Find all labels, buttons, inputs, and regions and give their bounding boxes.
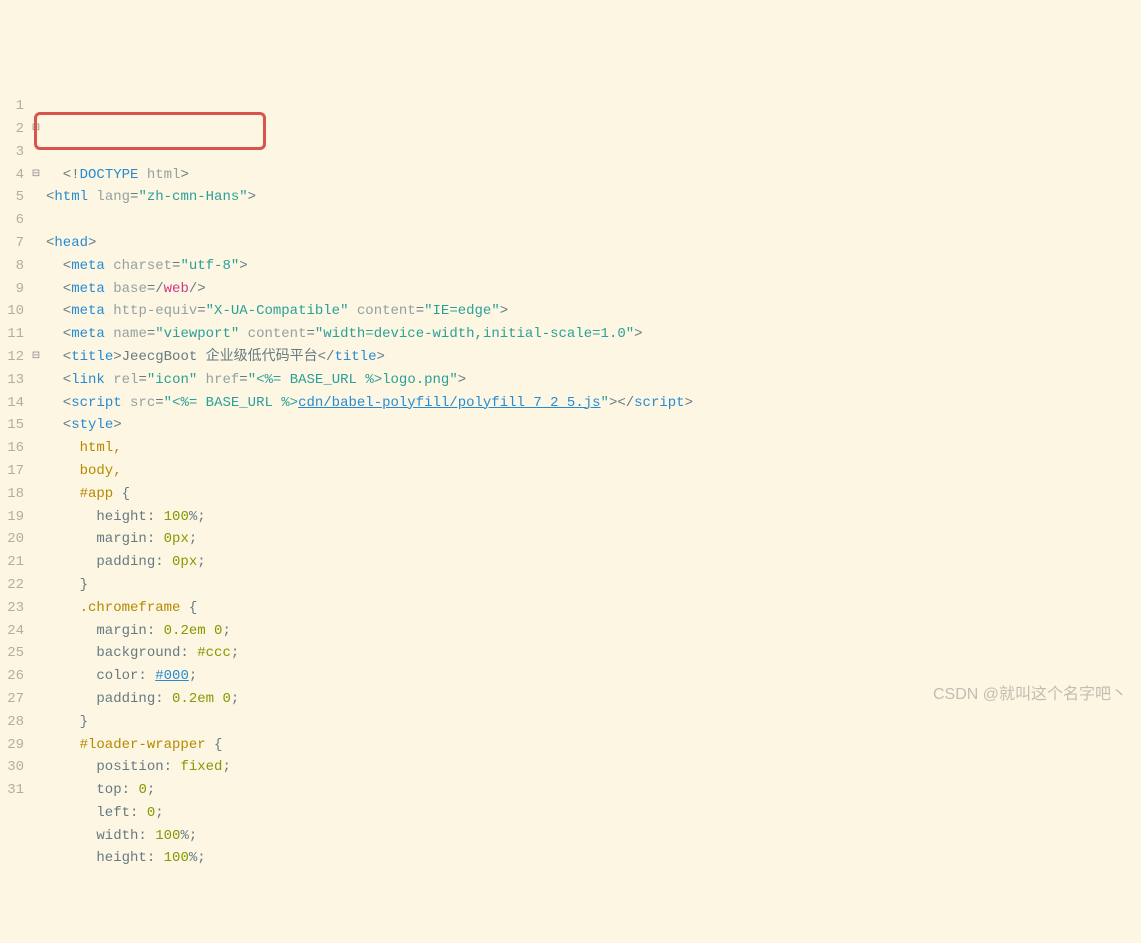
line-number: 21 [0,551,24,574]
code-line[interactable]: padding: 0.2em 0; [46,688,1141,711]
code-line[interactable]: <script src="<%= BASE_URL %>cdn/babel-po… [46,392,1141,415]
line-number: 10 [0,300,24,323]
line-number: 6 [0,209,24,232]
code-line[interactable]: <link rel="icon" href="<%= BASE_URL %>lo… [46,369,1141,392]
code-line[interactable]: height: 100%; [46,506,1141,529]
line-number-gutter: 1234567891011121314151617181920212223242… [0,91,30,806]
fold-column: ⊟ ⊟ ⊟ [30,91,42,806]
line-number: 29 [0,734,24,757]
line-number: 13 [0,369,24,392]
fold-toggle-icon[interactable]: ⊟ [30,118,42,141]
code-line[interactable]: <!DOCTYPE html> [46,164,1141,187]
line-number: 28 [0,711,24,734]
line-number: 25 [0,642,24,665]
code-line[interactable]: margin: 0px; [46,528,1141,551]
code-line[interactable]: margin: 0.2em 0; [46,620,1141,643]
code-line[interactable]: padding: 0px; [46,551,1141,574]
line-number: 15 [0,414,24,437]
code-line[interactable]: #loader-wrapper { [46,734,1141,757]
code-line[interactable]: color: #000; [46,665,1141,688]
code-line[interactable]: <style> [46,414,1141,437]
line-number: 22 [0,574,24,597]
code-line[interactable]: top: 0; [46,779,1141,802]
line-number: 18 [0,483,24,506]
code-area[interactable]: <!DOCTYPE html><html lang="zh-cmn-Hans">… [42,91,1141,806]
line-number: 12 [0,346,24,369]
line-number: 9 [0,278,24,301]
line-number: 24 [0,620,24,643]
line-number: 26 [0,665,24,688]
code-line[interactable]: <meta name="viewport" content="width=dev… [46,323,1141,346]
code-line[interactable]: html, [46,437,1141,460]
code-line[interactable]: height: 100%; [46,847,1141,870]
code-line[interactable]: left: 0; [46,802,1141,825]
line-number: 27 [0,688,24,711]
line-number: 4 [0,164,24,187]
code-line[interactable]: body, [46,460,1141,483]
line-number: 30 [0,756,24,779]
line-number: 7 [0,232,24,255]
code-line[interactable]: .chromeframe { [46,597,1141,620]
code-line[interactable]: position: fixed; [46,756,1141,779]
line-number: 17 [0,460,24,483]
line-number: 23 [0,597,24,620]
line-number: 1 [0,95,24,118]
code-line[interactable]: #app { [46,483,1141,506]
line-number: 5 [0,186,24,209]
line-number: 20 [0,528,24,551]
code-line[interactable]: <meta base=/web/> [46,278,1141,301]
line-number: 31 [0,779,24,802]
code-line[interactable]: <head> [46,232,1141,255]
line-number: 2 [0,118,24,141]
line-number: 16 [0,437,24,460]
code-line[interactable]: width: 100%; [46,825,1141,848]
code-line[interactable]: <meta http-equiv="X-UA-Compatible" conte… [46,300,1141,323]
fold-toggle-icon[interactable]: ⊟ [30,346,42,369]
fold-toggle-icon[interactable]: ⊟ [30,164,42,187]
code-line[interactable]: background: #ccc; [46,642,1141,665]
code-line[interactable]: <html lang="zh-cmn-Hans"> [46,186,1141,209]
line-number: 19 [0,506,24,529]
line-number: 3 [0,141,24,164]
line-number: 14 [0,392,24,415]
line-number: 8 [0,255,24,278]
code-line[interactable]: <meta charset="utf-8"> [46,255,1141,278]
code-line[interactable] [46,209,1141,232]
code-line[interactable]: } [46,574,1141,597]
code-line[interactable]: } [46,711,1141,734]
code-line[interactable]: <title>JeecgBoot 企业级低代码平台</title> [46,346,1141,369]
code-editor: 1234567891011121314151617181920212223242… [0,91,1141,806]
line-number: 11 [0,323,24,346]
